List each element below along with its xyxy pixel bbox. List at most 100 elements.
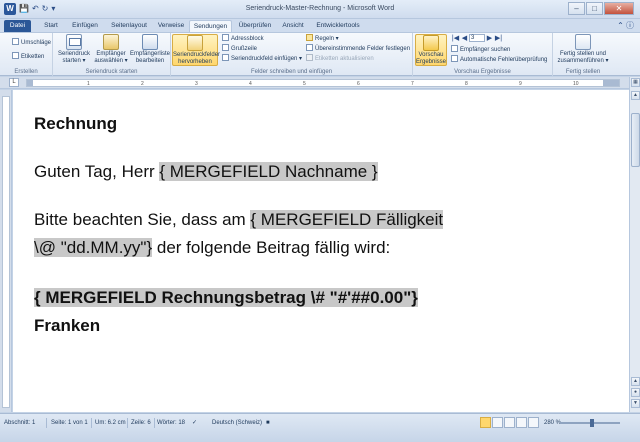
ruler-tick: 4 [249,81,252,87]
status-um[interactable]: Um: 6.2 cm [95,418,126,428]
etiketten-aktualisieren-button[interactable]: Etiketten aktualisieren [306,54,374,63]
group-label: Seriendruck starten [85,69,138,75]
group-erstellen: Umschläge Etiketten Erstellen [0,33,53,76]
draft-view-button[interactable] [528,417,539,428]
left-margin-marker[interactable] [27,80,33,86]
status-sprache[interactable]: Deutsch (Schweiz) [212,418,262,428]
record-number-input[interactable]: 3 [469,34,485,42]
full-screen-view-button[interactable] [492,417,503,428]
next-record-icon[interactable]: ▶ [485,34,494,42]
macro-record-icon[interactable]: ■ [266,418,270,428]
status-separator [127,418,128,428]
zoom-slider-thumb[interactable] [590,419,594,427]
seriendruckfeld-einfuegen-button[interactable]: Seriendruckfeld einfügen ▾ [222,54,302,63]
mail-merge-icon [66,34,82,50]
minimize-button[interactable]: – [568,2,585,15]
status-woerter[interactable]: Wörter: 18 [157,418,185,428]
first-record-icon[interactable]: |◀ [451,34,460,42]
tab-seitenlayout[interactable]: Seitenlayout [105,20,153,32]
empfaenger-suchen-button[interactable]: Empfänger suchen [451,45,510,54]
group-fertig-stellen: Fertig stellen und zusammenführen ▾ Fert… [553,33,613,76]
vertical-scrollbar[interactable]: ▦ ▲ ▲ ● ▼ [629,77,640,412]
amount-line: { MERGEFIELD Rechnungsbetrag \# "#'##0.0… [34,286,418,310]
edit-list-icon [142,34,158,50]
group-vorschau: Vorschau Ergebnisse |◀ ◀ 3 ▶ ▶| Empfänger su… [413,33,553,76]
scroll-thumb[interactable] [631,113,640,167]
seriendruckfelder-hervorheben-button[interactable]: Seriendruckfelder hervorheben [172,34,220,66]
ruler-toggle-icon[interactable]: ▦ [631,78,640,87]
previous-page-icon[interactable]: ▲ [631,377,640,386]
ribbon-help-area: ⌃ ⓘ [617,20,634,31]
merge-field-nachname[interactable]: { MERGEFIELD Nachname } [159,162,378,181]
insert-field-icon [222,54,229,61]
merge-field-date-format[interactable]: \@ "dd.MM.yy"} [34,238,153,257]
tab-start[interactable]: Start [37,20,65,32]
tab-ueberpruefen[interactable]: Überprüfen [235,20,275,32]
status-zeile[interactable]: Zeile: 6 [131,418,151,428]
ruler-tick: 5 [303,81,306,87]
close-button[interactable]: ✕ [604,2,634,15]
empfaenger-auswaehlen-button[interactable]: Empfänger auswählen ▾ [93,34,129,65]
status-separator [91,418,92,428]
maximize-button[interactable]: □ [586,2,603,15]
proofing-icon[interactable]: ✓ [192,418,197,428]
tab-einfuegen[interactable]: Einfügen [67,20,103,32]
merge-field-faelligkeit[interactable]: { MERGEFIELD Fälligkeit [250,210,444,229]
uebereinstimmende-felder-button[interactable]: Übereinstimmende Felder festlegen [306,44,410,53]
address-block-icon [222,34,229,41]
ruler-scale[interactable]: 1 2 3 4 5 6 7 8 9 10 [26,79,620,87]
empfaengerliste-bearbeiten-button[interactable]: Empfängerliste bearbeiten [130,34,170,65]
vertical-ruler [0,90,12,412]
status-separator [154,418,155,428]
paragraph-text: Bitte beachten Sie, dass am [34,210,251,229]
adressblock-button[interactable]: Adressblock [222,34,264,43]
document-page[interactable]: Rechnung Guten Tag, Herr { MERGEFIELD Na… [13,90,629,412]
ruler-tick: 1 [87,81,90,87]
scroll-up-icon[interactable]: ▲ [631,91,640,100]
fertig-stellen-button[interactable]: Fertig stellen und zusammenführen ▾ [555,34,611,65]
rules-icon [306,34,313,41]
window-title: Seriendruck-Master-Rechnung - Microsoft … [245,5,395,12]
last-record-icon[interactable]: ▶| [494,34,503,42]
greeting-text: Guten Tag, Herr [34,162,160,181]
preview-results-icon [423,35,439,51]
help-icon[interactable]: ⓘ [626,21,634,30]
status-bar: Abschnitt: 1 Seite: 1 von 1 Um: 6.2 cm Z… [0,413,640,442]
group-label: Erstellen [14,69,38,75]
outline-view-button[interactable] [516,417,527,428]
tab-selector[interactable]: L [9,78,19,87]
ruler-tick: 7 [411,81,414,87]
tab-ansicht[interactable]: Ansicht [278,20,308,32]
tab-verweise[interactable]: Verweise [154,20,188,32]
minimize-ribbon-icon[interactable]: ⌃ [617,21,624,30]
grusszeile-button[interactable]: Grußzeile [222,44,257,53]
next-page-icon[interactable]: ▼ [631,399,640,408]
fehlerueberpruefung-button[interactable]: Automatische Fehlerüberprüfung [451,55,547,64]
right-margin-marker[interactable] [603,80,619,86]
seriendruck-starten-button[interactable]: Seriendruck starten ▾ [56,34,92,65]
status-seite[interactable]: Seite: 1 von 1 [51,418,88,428]
vorschau-ergebnisse-button[interactable]: Vorschau Ergebnisse [415,34,447,66]
print-layout-view-button[interactable] [480,417,491,428]
find-recipient-icon [451,45,458,52]
tab-datei[interactable]: Datei [4,20,31,32]
etiketten-button[interactable]: Etiketten [12,52,44,61]
ruler-tick: 3 [195,81,198,87]
paragraph-suffix: der folgende Beitrag fällig wird: [152,238,391,257]
tab-sendungen[interactable]: Sendungen [189,20,232,32]
ribbon: Umschläge Etiketten Erstellen Seriendruc… [0,32,640,76]
zoom-level[interactable]: 280 % [544,418,561,428]
vertical-ruler-scale [2,96,10,408]
umschlaege-button[interactable]: Umschläge [12,38,51,47]
envelope-icon [12,38,19,45]
tab-entwicklertools[interactable]: Entwicklertools [310,20,366,32]
browse-object-icon[interactable]: ● [631,388,640,397]
web-layout-view-button[interactable] [504,417,515,428]
ruler-tick: 10 [573,81,579,87]
regeln-button[interactable]: Regeln ▾ [306,34,339,43]
merge-field-rechnungsbetrag[interactable]: { MERGEFIELD Rechnungsbetrag \# "#'##0.0… [34,288,418,307]
previous-record-icon[interactable]: ◀ [460,34,469,42]
status-abschnitt[interactable]: Abschnitt: 1 [4,418,35,428]
recipients-icon [103,34,119,50]
title-bar: W 💾 ↶ ↻ ▾ Seriendruck-Master-Rechnung - … [0,0,640,19]
